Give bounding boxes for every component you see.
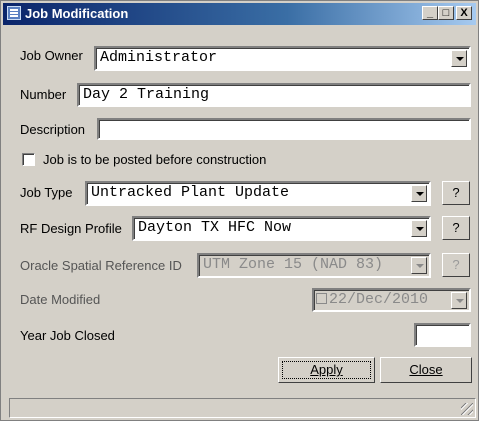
job-type-help-button[interactable]: ? <box>442 181 470 205</box>
date-modified-value: 22/Dec/2010 <box>329 291 429 308</box>
chevron-down-icon[interactable] <box>411 220 427 237</box>
job-type-value: Untracked Plant Update <box>91 184 290 201</box>
apply-button[interactable]: Apply <box>278 357 375 383</box>
oracle-srid-value: UTM Zone 15 (NAD 83) <box>203 256 384 273</box>
maximize-button[interactable]: □ <box>438 6 454 20</box>
oracle-srid-label: Oracle Spatial Reference ID <box>20 258 182 273</box>
chevron-down-icon <box>451 292 467 309</box>
oracle-srid-dropdown: UTM Zone 15 (NAD 83) <box>197 253 431 278</box>
minimize-button[interactable]: _ <box>422 6 438 20</box>
year-job-closed-input[interactable] <box>414 323 471 347</box>
posted-checkbox-label: Job is to be posted before construction <box>43 152 267 167</box>
rf-design-profile-help-button[interactable]: ? <box>442 216 470 240</box>
date-modified-label: Date Modified <box>20 292 101 307</box>
window-title: Job Modification <box>25 6 129 21</box>
description-input[interactable] <box>97 118 471 140</box>
job-type-dropdown[interactable]: Untracked Plant Update <box>85 181 431 206</box>
number-label: Number <box>20 87 67 102</box>
close-button[interactable]: Close <box>380 357 472 383</box>
chevron-down-icon <box>411 257 427 274</box>
rf-design-profile-label: RF Design Profile <box>20 221 122 236</box>
job-owner-label: Job Owner <box>20 48 83 63</box>
chevron-down-icon[interactable] <box>411 185 427 202</box>
rf-design-profile-value: Dayton TX HFC Now <box>138 219 292 236</box>
close-window-button[interactable]: X <box>456 6 472 20</box>
description-label: Description <box>20 122 86 137</box>
number-input[interactable]: Day 2 Training <box>77 83 471 107</box>
date-modified-picker: 22/Dec/2010 <box>312 288 471 312</box>
title-bar[interactable]: Job Modification _ □ X <box>3 3 476 25</box>
job-modification-window: Job Modification _ □ X Job Owner Adminis… <box>0 0 479 421</box>
app-icon <box>7 6 21 20</box>
resize-grip-icon[interactable] <box>461 403 473 415</box>
job-owner-value: Administrator <box>100 49 218 66</box>
date-checkbox <box>316 293 327 304</box>
oracle-srid-help-button: ? <box>442 253 470 277</box>
chevron-down-icon[interactable] <box>451 50 467 67</box>
job-owner-dropdown[interactable]: Administrator <box>94 46 471 71</box>
job-type-label: Job Type <box>20 185 73 200</box>
status-bar <box>9 398 476 418</box>
posted-checkbox[interactable] <box>22 153 35 166</box>
year-job-closed-label: Year Job Closed <box>20 328 115 343</box>
rf-design-profile-dropdown[interactable]: Dayton TX HFC Now <box>132 216 431 241</box>
